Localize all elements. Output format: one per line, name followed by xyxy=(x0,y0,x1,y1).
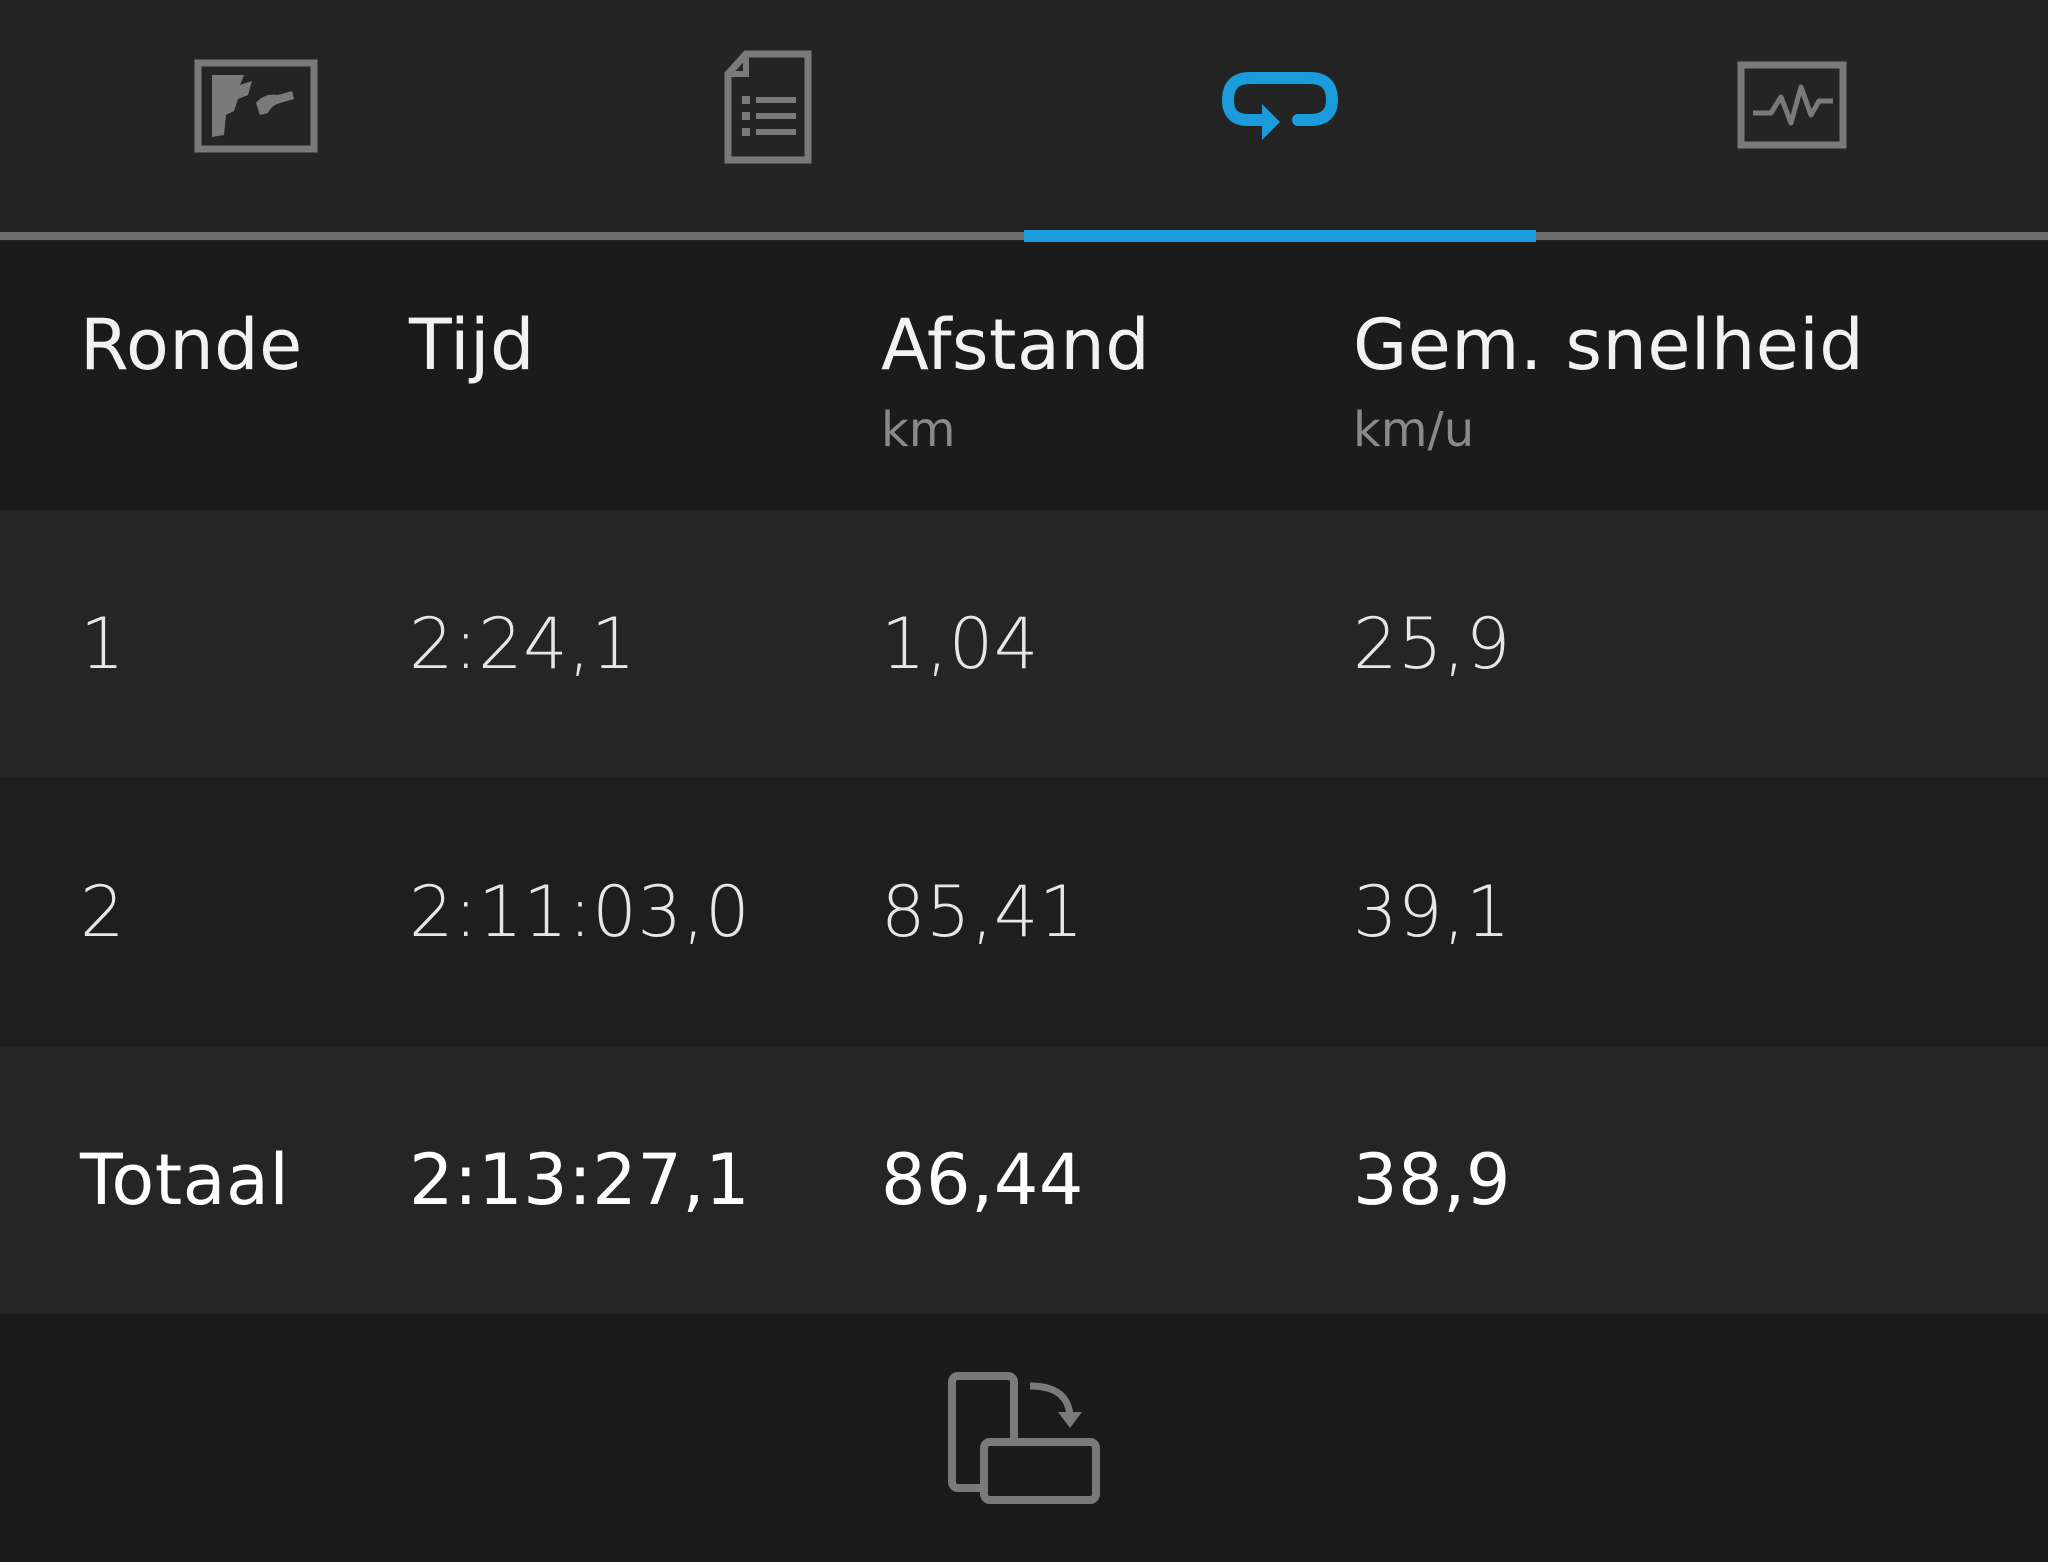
column-label: Ronde xyxy=(80,304,303,386)
lap-distance: 1,04 xyxy=(881,603,1039,685)
total-row: Totaal 2:13:27,1 86,44 38,9 xyxy=(0,1046,2048,1314)
tab-charts[interactable] xyxy=(1536,0,2048,236)
table-row[interactable]: 1 2:24,1 1,04 25,9 xyxy=(0,510,2048,778)
bottom-bar xyxy=(0,1318,2048,1562)
total-label: Totaal xyxy=(80,1139,290,1221)
column-unit: km xyxy=(881,402,956,458)
lap-time: 2:11:03,0 xyxy=(409,871,751,953)
tab-laps[interactable] xyxy=(1024,0,1536,236)
lap-summary-screen: Ronde Tijd Afstand km Gem. snelheid km/u… xyxy=(0,0,2048,1562)
tab-map[interactable] xyxy=(0,0,512,236)
total-avg-speed: 38,9 xyxy=(1353,1139,1511,1221)
tab-details[interactable] xyxy=(512,0,1024,236)
tab-bar xyxy=(0,0,2048,242)
activity-chart-icon xyxy=(1737,61,1847,153)
map-icon xyxy=(194,59,318,155)
document-list-icon xyxy=(724,50,812,164)
column-unit: km/u xyxy=(1353,402,1475,458)
lap-distance: 85,41 xyxy=(881,871,1084,953)
total-time: 2:13:27,1 xyxy=(409,1139,751,1221)
rotate-screen-icon[interactable] xyxy=(946,1370,1102,1510)
lap-time: 2:24,1 xyxy=(409,603,636,685)
lap-number: 1 xyxy=(80,603,126,685)
loop-arrow-icon xyxy=(1220,64,1340,150)
selected-tab-indicator xyxy=(1024,230,1536,242)
table-header: Ronde Tijd Afstand km Gem. snelheid km/u xyxy=(0,242,2048,510)
column-label: Tijd xyxy=(409,304,535,386)
column-label: Gem. snelheid xyxy=(1353,304,1865,386)
column-label: Afstand xyxy=(881,304,1151,386)
lap-avg-speed: 39,1 xyxy=(1353,871,1511,953)
lap-number: 2 xyxy=(80,871,126,953)
table-row[interactable]: 2 2:11:03,0 85,41 39,1 xyxy=(0,778,2048,1046)
total-distance: 86,44 xyxy=(881,1139,1084,1221)
laps-table: Ronde Tijd Afstand km Gem. snelheid km/u… xyxy=(0,242,2048,1314)
lap-avg-speed: 25,9 xyxy=(1353,603,1511,685)
